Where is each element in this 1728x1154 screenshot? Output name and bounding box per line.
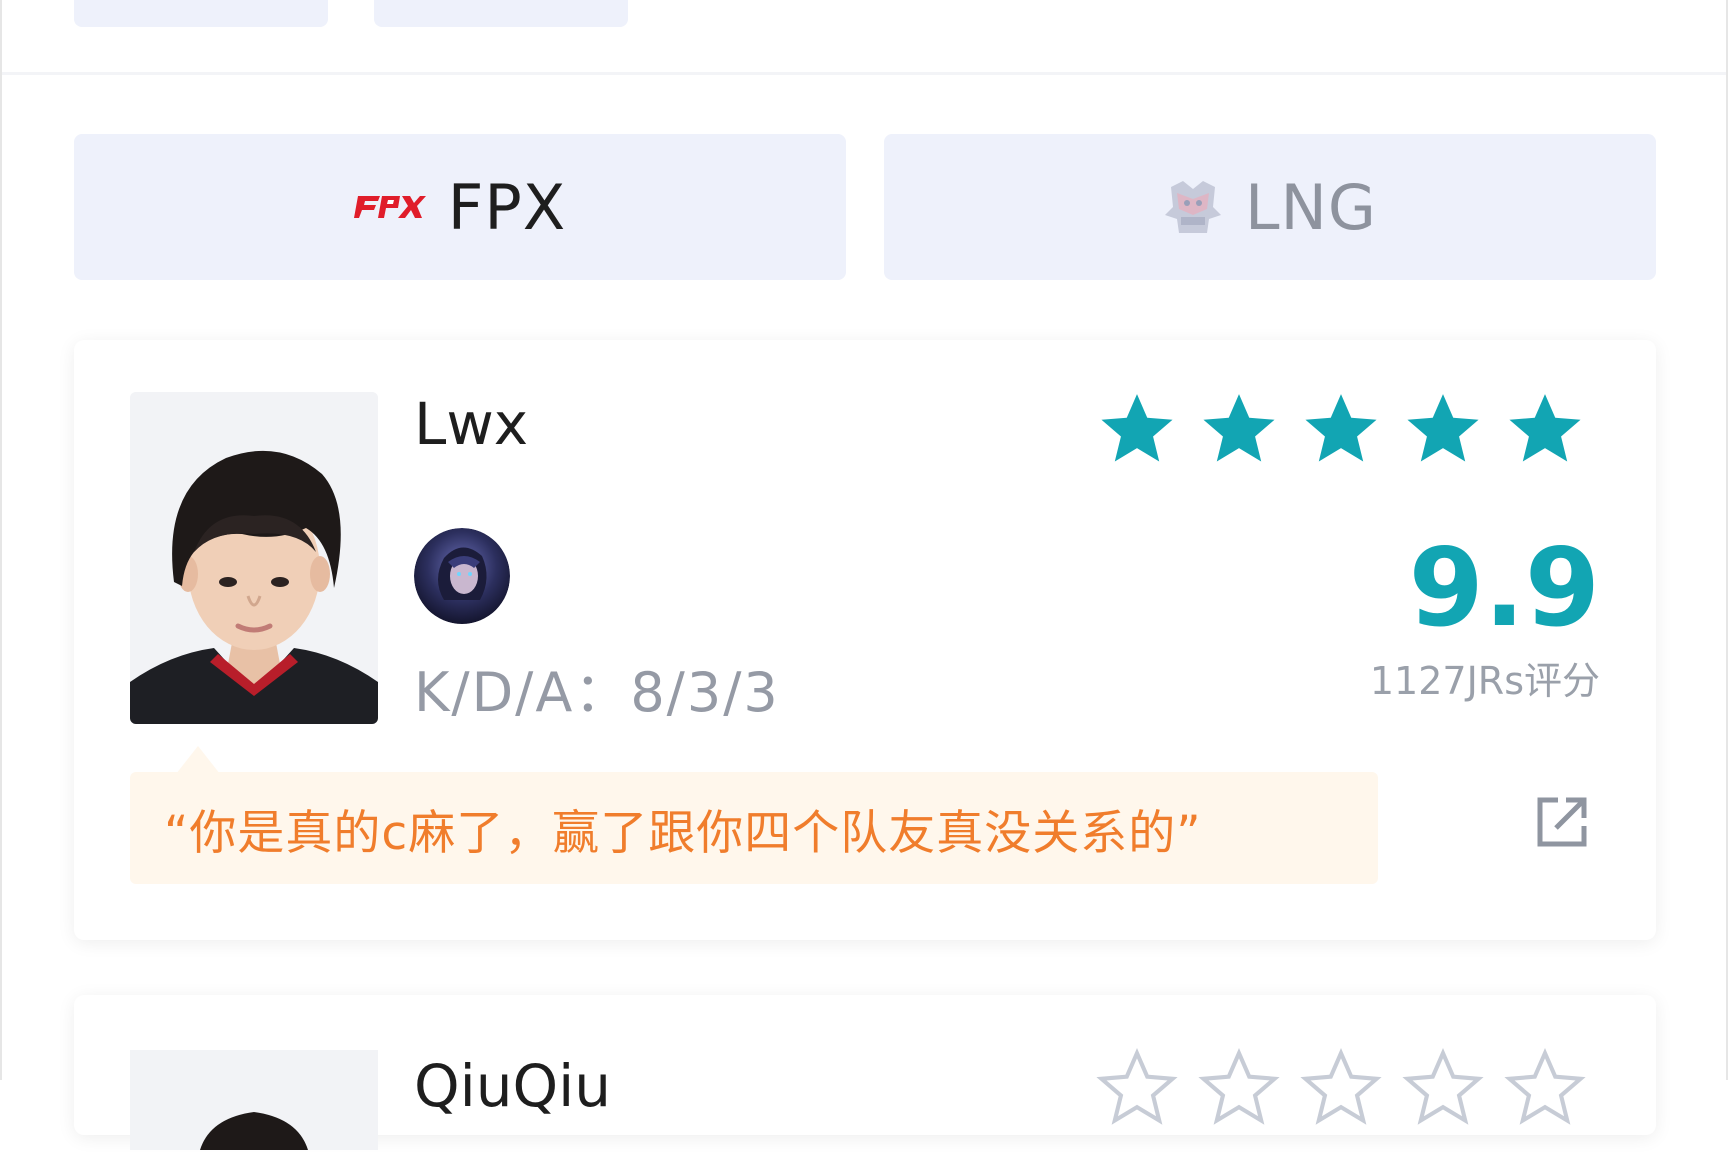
star-icon[interactable] (1504, 388, 1586, 470)
team-name-lng: LNG (1245, 170, 1377, 244)
player-rating-card[interactable]: Lwx K/D/A：8/3/3 9.9 1127JRs评分 “你是真的c麻了，赢… (74, 340, 1656, 940)
star-rating[interactable] (1096, 388, 1586, 470)
star-outline-icon[interactable] (1504, 1047, 1586, 1129)
rating-count: 1127JRs评分 (1369, 659, 1600, 703)
top-comment[interactable]: “你是真的c麻了，赢了跟你四个队友真没关系的” (130, 772, 1378, 884)
star-rating[interactable] (1096, 1047, 1586, 1129)
top-comment-text: “你是真的c麻了，赢了跟你四个队友真没关系的” (164, 805, 1202, 861)
kda-stat: K/D/A：8/3/3 (414, 661, 780, 724)
lng-logo-icon (1165, 181, 1222, 233)
fpx-logo-icon (353, 196, 426, 218)
section-divider (2, 72, 1726, 75)
player-photo (130, 392, 378, 724)
team-name-fpx: FPX (447, 170, 567, 244)
top-tab-pill-2[interactable] (374, 0, 628, 27)
star-outline-icon[interactable] (1402, 1047, 1484, 1129)
star-icon[interactable] (1402, 388, 1484, 470)
star-icon[interactable] (1198, 388, 1280, 470)
star-icon[interactable] (1300, 388, 1382, 470)
star-outline-icon[interactable] (1198, 1047, 1280, 1129)
player-score: 9.9 (1408, 526, 1600, 651)
top-tab-pill-1[interactable] (74, 0, 328, 27)
comment-bubble-tail (176, 746, 220, 774)
player-name: Lwx (414, 390, 529, 458)
window-left-border (0, 0, 2, 1080)
player-photo (130, 1050, 378, 1150)
star-icon[interactable] (1096, 388, 1178, 470)
player-rating-card[interactable]: QiuQiu (74, 995, 1656, 1150)
player-avatar-icon (130, 392, 378, 724)
player-name: QiuQiu (414, 1052, 612, 1120)
star-outline-icon[interactable] (1096, 1047, 1178, 1129)
player-avatar-icon (130, 1050, 378, 1150)
team-tab-fpx[interactable]: FPX (74, 134, 846, 280)
team-tab-lng[interactable]: LNG (884, 134, 1656, 280)
star-outline-icon[interactable] (1300, 1047, 1382, 1129)
share-icon[interactable] (1532, 792, 1592, 852)
champion-portrait-icon (414, 528, 510, 624)
